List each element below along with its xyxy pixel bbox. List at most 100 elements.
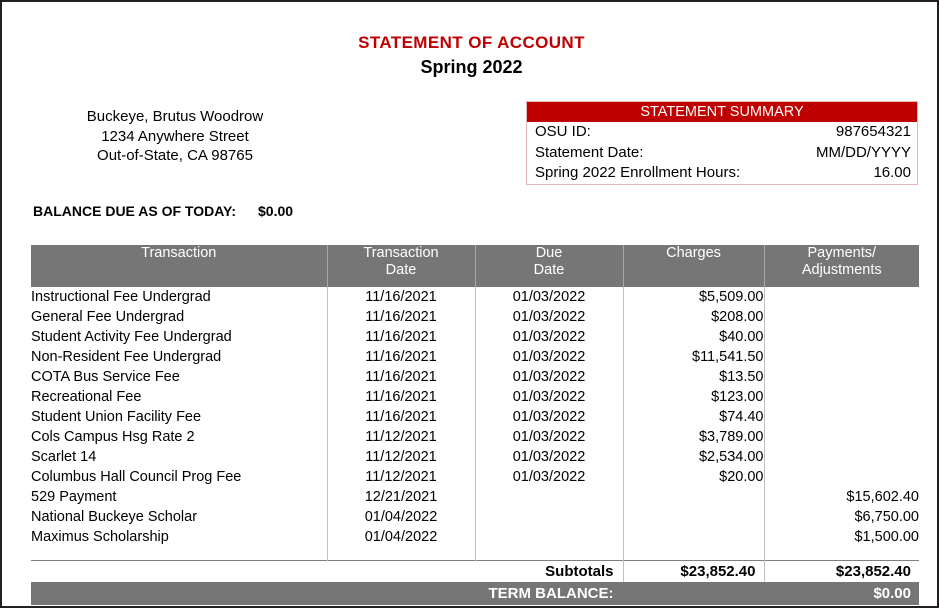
table-body: Instructional Fee Undergrad 11/16/2021 01/…: [31, 287, 919, 605]
cell-charges: [622, 527, 764, 547]
cell-description: Maximus Scholarship: [31, 529, 169, 545]
cell-payments-adjustments: $15,602.40: [763, 487, 919, 507]
cell-charges: $13.50: [622, 367, 764, 387]
cell-description: 529 Payment: [31, 489, 117, 505]
summary-label-statement-date: Statement Date:: [535, 143, 644, 161]
spacer-cell: [326, 547, 475, 561]
table-row: 529 Payment 12/21/2021 $15,602.40: [31, 487, 919, 507]
cell-transaction-date: 12/21/2021: [326, 487, 475, 507]
cell-description: COTA Bus Service Fee: [31, 369, 180, 385]
summary-row-enrollment-hours: Spring 2022 Enrollment Hours: 16.00: [527, 163, 917, 184]
spacer-cell: [474, 547, 623, 561]
cell-transaction-date: 11/16/2021: [326, 367, 475, 387]
summary-label-osu-id: OSU ID:: [535, 123, 591, 140]
summary-row-statement-date: Statement Date: MM/DD/YYYY: [527, 143, 917, 164]
table-row: Student Activity Fee Undergrad 11/16/2021…: [31, 327, 919, 347]
cell-due-date: 01/03/2022: [474, 347, 623, 367]
cell-due-date: 01/03/2022: [474, 467, 623, 487]
cell-payments-adjustments: $1,500.00: [763, 527, 919, 547]
cell-payments-adjustments: [763, 407, 919, 427]
column-header-charges: Charges: [622, 245, 764, 287]
table-row: Columbus Hall Council Prog Fee 11/12/2021…: [31, 467, 919, 487]
transactions-table: Transaction Transaction Date Due Date Ch…: [31, 245, 919, 605]
cell-charges: [622, 507, 764, 527]
table-row: Scarlet 14 11/12/2021 01/03/2022 $2,534.00: [31, 447, 919, 467]
column-header-transaction-date: Transaction Date: [326, 245, 475, 287]
cell-transaction-date: 11/16/2021: [326, 407, 475, 427]
subtotals-row: Subtotals $23,852.40 $23,852.40: [31, 560, 919, 582]
cell-charges: $40.00: [622, 327, 764, 347]
table-row: Non-Resident Fee Undergrad 11/16/2021 01/0…: [31, 347, 919, 367]
cell-charges: $123.00: [622, 387, 764, 407]
cell-payments-adjustments: [763, 327, 919, 347]
balance-due-label: BALANCE DUE AS OF TODAY:: [33, 203, 237, 219]
cell-payments-adjustments: [763, 427, 919, 447]
table-row: General Fee Undergrad 11/16/2021 01/03/202…: [31, 307, 919, 327]
cell-transaction-date: 11/16/2021: [326, 347, 475, 367]
cell-description: Instructional Fee Undergrad: [31, 289, 211, 305]
statement-summary-box: STATEMENT SUMMARY OSU ID: 987654321 Stat…: [526, 101, 918, 185]
term-balance-row: TERM BALANCE: $0.00: [31, 582, 919, 605]
cell-charges: $11,541.50: [622, 347, 764, 367]
cell-transaction-date: 11/16/2021: [326, 387, 475, 407]
cell-description: Non-Resident Fee Undergrad: [31, 349, 222, 365]
cell-description: Cols Campus Hsg Rate 2: [31, 429, 195, 445]
table-row: COTA Bus Service Fee 11/16/2021 01/03/2022…: [31, 367, 919, 387]
cell-charges: [622, 487, 764, 507]
cell-payments-adjustments: [763, 287, 919, 307]
cell-description: Scarlet 14: [31, 449, 97, 465]
cell-charges: $208.00: [622, 307, 764, 327]
cell-charges: $3,789.00: [622, 427, 764, 447]
cell-charges: $74.40: [622, 407, 764, 427]
table-header-row: Transaction Transaction Date Due Date Ch…: [31, 245, 919, 287]
cell-due-date: [474, 527, 623, 547]
column-header-due-date-line2: Date: [533, 262, 565, 278]
table-row: Maximus Scholarship 01/04/2022 $1,500.00: [31, 527, 919, 547]
cell-payments-adjustments: [763, 467, 919, 487]
column-header-payments-line2: Adjustments: [801, 262, 882, 278]
summary-label-enrollment-hours: Spring 2022 Enrollment Hours:: [535, 164, 741, 181]
table-row: National Buckeye Scholar 01/04/2022 $6,750…: [31, 507, 919, 527]
balance-due-line: BALANCE DUE AS OF TODAY: $0.00: [33, 203, 293, 219]
spacer-cell: [763, 547, 919, 561]
summary-value-osu-id: 987654321: [835, 123, 911, 140]
column-header-transaction-date-line1: Transaction: [363, 245, 439, 261]
column-header-due-date: Due Date: [474, 245, 623, 287]
spacer-cell: [31, 547, 327, 561]
spacer-cell: [622, 547, 764, 561]
statement-page: STATEMENT OF ACCOUNT Spring 2022 Buckeye…: [0, 0, 939, 608]
summary-value-enrollment-hours: 16.00: [873, 164, 911, 181]
student-address-block: Buckeye, Brutus Woodrow 1234 Anywhere St…: [50, 107, 300, 166]
cell-due-date: 01/03/2022: [474, 307, 623, 327]
cell-payments-adjustments: [763, 367, 919, 387]
summary-row-osu-id: OSU ID: 987654321: [527, 122, 917, 143]
student-city-state-zip: Out-of-State, CA 98765: [97, 147, 253, 164]
cell-transaction-date: 11/12/2021: [326, 447, 475, 467]
cell-transaction-date: 11/16/2021: [326, 307, 475, 327]
page-subtitle: Spring 2022: [420, 57, 523, 77]
cell-charges: $2,534.00: [622, 447, 764, 467]
cell-transaction-date: 11/12/2021: [326, 467, 475, 487]
cell-payments-adjustments: [763, 307, 919, 327]
table-spacer-row: [31, 547, 919, 561]
cell-description: Columbus Hall Council Prog Fee: [31, 469, 242, 485]
table-row: Student Union Facility Fee 11/16/2021 01/0…: [31, 407, 919, 427]
column-header-transaction-date-line2: Date: [385, 262, 417, 278]
table-header: Transaction Transaction Date Due Date Ch…: [31, 245, 919, 287]
cell-due-date: 01/03/2022: [474, 287, 623, 307]
subtotals-payments-value: $23,852.40: [763, 560, 919, 582]
student-street: 1234 Anywhere Street: [101, 127, 249, 145]
cell-charges: $20.00: [622, 467, 764, 487]
cell-description: General Fee Undergrad: [31, 309, 185, 325]
table-row: Cols Campus Hsg Rate 2 11/12/2021 01/03/20…: [31, 427, 919, 447]
cell-due-date: 01/03/2022: [474, 427, 623, 447]
cell-payments-adjustments: [763, 447, 919, 467]
cell-description: Recreational Fee: [31, 389, 142, 405]
cell-due-date: 01/03/2022: [474, 407, 623, 427]
cell-transaction-date: 01/04/2022: [326, 527, 475, 547]
column-header-due-date-line1: Due: [535, 245, 563, 261]
column-header-payments-adjustments: Payments/ Adjustments: [763, 245, 919, 287]
page-title: STATEMENT OF ACCOUNT: [358, 33, 585, 52]
cell-payments-adjustments: $6,750.00: [763, 507, 919, 527]
student-name: Buckeye, Brutus Woodrow: [86, 108, 264, 125]
